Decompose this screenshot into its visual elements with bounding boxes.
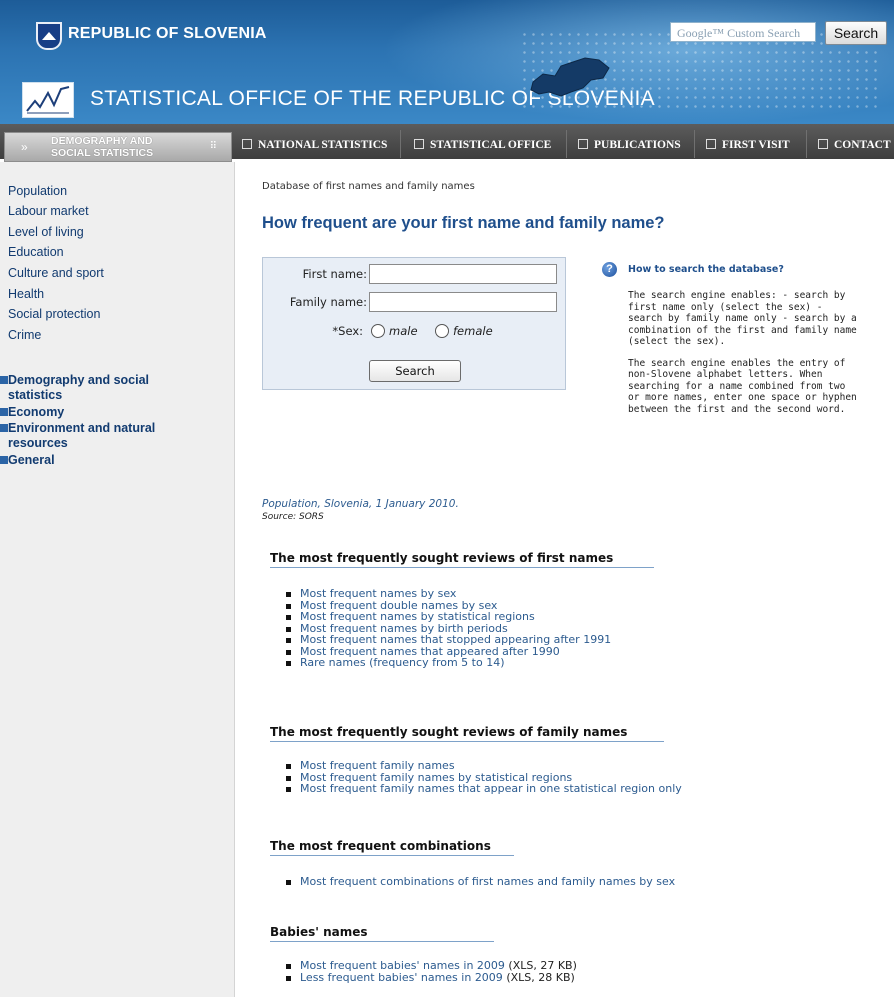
sidebar-link-population[interactable]: Population <box>8 184 67 198</box>
file-info: (XLS, 28 KB) <box>506 970 575 984</box>
category-label: Environment and natural resources <box>8 421 156 450</box>
list-item: Less frequent babies' names in 2009 (XLS… <box>284 970 577 984</box>
coat-of-arms-icon <box>36 22 62 50</box>
nav-first-visit[interactable]: FIRST VISIT <box>706 134 790 156</box>
list-item-link[interactable]: Most frequent family names <box>284 760 682 772</box>
male-label: male <box>389 324 418 338</box>
section-heading-combinations: The most frequent combinations <box>270 839 491 853</box>
nav-label: STATISTICAL OFFICE <box>430 139 552 151</box>
sidebar-link-education[interactable]: Education <box>8 245 64 259</box>
nav-separator <box>566 130 567 158</box>
sidebar-category-economy[interactable]: Economy <box>0 405 64 420</box>
list-item-link[interactable]: Less frequent babies' names in 2009 <box>300 971 503 984</box>
list-item-link[interactable]: Most frequent names by statistical regio… <box>284 611 611 623</box>
category-label: Economy <box>8 405 65 419</box>
sors-logo[interactable] <box>22 82 74 118</box>
chart-logo-icon <box>26 86 70 114</box>
female-radio[interactable] <box>435 324 449 338</box>
nav-label: NATIONAL STATISTICS <box>258 139 388 151</box>
category-label: General <box>8 453 55 467</box>
nav-separator <box>400 130 401 158</box>
list-item-link[interactable]: Rare names (frequency from 5 to 14) <box>284 657 611 669</box>
nav-square-icon <box>414 139 424 150</box>
family-names-list: Most frequent family names Most frequent… <box>284 760 682 795</box>
nav-square-icon <box>578 139 588 150</box>
list-item-link[interactable]: Most frequent combinations of first name… <box>284 876 675 888</box>
header-search-button[interactable]: Search <box>825 21 887 45</box>
data-source: Source: SORS <box>262 512 324 522</box>
sex-label: *Sex: <box>332 324 363 338</box>
list-item-link[interactable]: Most frequent family names that appear i… <box>284 783 682 795</box>
data-note: Population, Slovenia, 1 January 2010. <box>262 498 459 510</box>
google-search-input[interactable]: Google™ Custom Search <box>670 22 816 42</box>
page-title: How frequent are your first name and fam… <box>262 214 665 232</box>
site-header: REPUBLIC OF SLOVENIA STATISTICAL OFFICE … <box>0 0 894 124</box>
nav-separator <box>694 130 695 158</box>
slovenia-map-icon <box>530 57 610 97</box>
nav-label: CONTACT <box>834 139 891 151</box>
grip-icon: ⠿ <box>209 141 217 152</box>
section-underline <box>270 741 664 742</box>
form-search-button[interactable]: Search <box>369 360 461 382</box>
sidebar-category-general[interactable]: General <box>0 453 55 468</box>
female-label: female <box>453 324 493 338</box>
sidebar: Population Labour market Level of living… <box>0 162 235 997</box>
square-bullet-icon <box>0 456 8 464</box>
nav-label: PUBLICATIONS <box>594 139 681 151</box>
sidebar-category-environment[interactable]: Environment and natural resources <box>0 421 190 451</box>
sidebar-link-level-of-living[interactable]: Level of living <box>8 225 84 239</box>
sidebar-link-labour-market[interactable]: Labour market <box>8 204 89 218</box>
sidebar-link-social-protection[interactable]: Social protection <box>8 307 100 321</box>
nav-statistical-office[interactable]: STATISTICAL OFFICE <box>414 134 551 156</box>
section-heading-family-names: The most frequently sought reviews of fa… <box>270 725 628 739</box>
help-paragraph-1: The search engine enables: - search by f… <box>628 290 857 347</box>
combinations-list: Most frequent combinations of first name… <box>284 876 675 888</box>
list-item-link[interactable]: Most frequent names that stopped appeari… <box>284 634 611 646</box>
category-label: Demography and social statistics <box>8 373 150 402</box>
sidebar-link-crime[interactable]: Crime <box>8 328 41 342</box>
sidebar-category-demography[interactable]: Demography and social statistics <box>0 373 175 403</box>
nav-first-label: DEMOGRAPHY AND SOCIAL STATISTICS <box>51 135 154 159</box>
help-paragraph-2: The search engine enables the entry of n… <box>628 357 857 415</box>
double-chevron-icon: » <box>21 140 28 154</box>
nav-publications[interactable]: PUBLICATIONS <box>578 134 681 156</box>
family-name-label: Family name: <box>289 295 367 309</box>
section-underline <box>270 855 514 856</box>
square-bullet-icon <box>0 408 8 416</box>
nav-contact[interactable]: CONTACT <box>818 134 891 156</box>
section-underline <box>270 941 494 942</box>
first-name-label: First name: <box>302 267 367 281</box>
male-radio[interactable] <box>371 324 385 338</box>
republic-title: REPUBLIC OF SLOVENIA <box>68 25 267 42</box>
help-question-icon: ? <box>602 262 617 277</box>
first-name-input[interactable] <box>369 264 557 284</box>
breadcrumb: Database of first names and family names <box>262 181 475 192</box>
nav-square-icon <box>242 139 252 150</box>
sidebar-link-culture-sport[interactable]: Culture and sport <box>8 266 104 280</box>
square-bullet-icon <box>0 376 8 384</box>
nav-square-icon <box>818 139 828 150</box>
name-search-form: First name: Family name: *Sex: male fema… <box>262 257 566 390</box>
babies-names-list: Most frequent babies' names in 2009 (XLS… <box>284 960 577 983</box>
nav-label: FIRST VISIT <box>722 139 790 151</box>
nav-square-icon <box>706 139 716 150</box>
sidebar-link-health[interactable]: Health <box>8 287 44 301</box>
section-underline <box>270 567 654 568</box>
nav-national-statistics[interactable]: NATIONAL STATISTICS <box>242 134 387 156</box>
help-text: The search engine enables: - search by f… <box>628 290 858 415</box>
nav-separator <box>806 130 807 158</box>
nav-demography-social[interactable]: » DEMOGRAPHY AND SOCIAL STATISTICS ⠿ <box>4 132 232 162</box>
section-heading-first-names: The most frequently sought reviews of fi… <box>270 551 614 565</box>
help-title-link[interactable]: How to search the database? <box>628 264 784 275</box>
square-bullet-icon <box>0 424 8 432</box>
family-name-input[interactable] <box>369 292 557 312</box>
section-heading-babies-names: Babies' names <box>270 925 368 939</box>
first-names-list: Most frequent names by sex Most frequent… <box>284 588 611 669</box>
list-item-link[interactable]: Most frequent names by sex <box>284 588 611 600</box>
